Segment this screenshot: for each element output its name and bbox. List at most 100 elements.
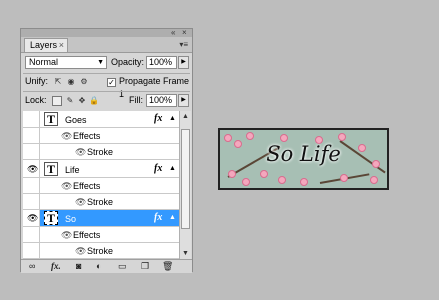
visibility-toggle[interactable] — [23, 144, 40, 159]
visibility-toggle[interactable] — [23, 178, 40, 193]
visibility-toggle[interactable]: 👁 — [23, 210, 40, 226]
add-mask-icon[interactable]: ◙ — [76, 261, 81, 272]
eye-icon: 👁 — [27, 164, 39, 174]
text-layer-icon: T — [44, 211, 58, 225]
fx-icon[interactable]: fx — [154, 163, 162, 174]
blossom — [280, 134, 288, 142]
layers-scrollbar[interactable]: ▲ ▼ — [179, 111, 191, 259]
new-group-icon[interactable]: ▭ — [118, 261, 127, 272]
eye-icon[interactable]: 👁 — [75, 197, 86, 208]
eye-icon[interactable]: 👁 — [61, 181, 72, 192]
effects-label: Effects — [73, 131, 101, 141]
visibility-toggle[interactable] — [23, 243, 40, 258]
eye-icon[interactable]: 👁 — [75, 246, 86, 257]
effects-label: Effects — [73, 230, 101, 240]
stroke-label: Stroke — [87, 246, 114, 256]
layer-name[interactable]: So — [65, 213, 76, 225]
delete-layer-icon[interactable]: 🗑 — [162, 261, 173, 272]
visibility-toggle[interactable] — [23, 128, 40, 143]
adjustment-layer-icon[interactable]: ◐ — [96, 261, 101, 272]
layers-panel: « × Layers × ▾≡ Normal ▼ Opacity: 100% ▶… — [20, 28, 193, 273]
visibility-toggle[interactable] — [23, 111, 40, 127]
new-layer-icon[interactable]: ❐ — [141, 261, 149, 272]
panel-titlebar[interactable]: « × — [21, 28, 192, 37]
blossom — [228, 170, 236, 178]
expand-effects-icon[interactable]: ▲ — [169, 165, 176, 172]
visibility-toggle[interactable] — [23, 194, 40, 209]
lock-pixels-icon[interactable]: ✎ — [65, 96, 75, 106]
layer-row-goes[interactable]: T Goes fx ▲ — [23, 111, 179, 128]
scrollbar-thumb[interactable] — [181, 129, 190, 229]
eye-icon[interactable]: 👁 — [61, 131, 72, 142]
layer-name[interactable]: Goes — [65, 114, 87, 126]
effects-row[interactable]: 👁 Effects — [23, 227, 179, 243]
opacity-slider-button[interactable]: ▶ — [178, 56, 189, 69]
panel-menu-icon[interactable]: ▾≡ — [179, 40, 188, 49]
blend-row: Normal ▼ Opacity: 100% ▶ — [25, 56, 189, 70]
lock-label: Lock: — [25, 95, 47, 105]
expand-effects-icon[interactable]: ▲ — [169, 115, 176, 122]
link-layers-icon[interactable]: ∞ — [29, 261, 35, 272]
canvas-title-text: So Life — [266, 142, 341, 166]
layer-name[interactable]: Life — [65, 164, 80, 176]
fx-icon[interactable]: fx — [154, 113, 162, 124]
divider — [23, 73, 190, 74]
propagate-frame-checkbox[interactable]: ✓ — [107, 78, 116, 87]
effects-row[interactable]: 👁 Effects — [23, 128, 179, 144]
eye-icon: 👁 — [27, 213, 39, 223]
fill-label: Fill: — [129, 95, 143, 105]
scroll-down-icon[interactable]: ▼ — [182, 250, 189, 257]
stroke-label: Stroke — [87, 197, 114, 207]
add-style-icon[interactable]: fx. — [51, 261, 61, 272]
lock-transparency-icon[interactable] — [52, 96, 62, 106]
layers-list: T Goes fx ▲ 👁 Effects 👁 Stroke 👁 T Life … — [23, 111, 179, 259]
blossom — [370, 176, 378, 184]
effects-row[interactable]: 👁 Effects — [23, 178, 179, 194]
opacity-input[interactable]: 100% — [146, 56, 177, 69]
chevron-down-icon: ▼ — [97, 59, 104, 66]
blossom — [246, 132, 254, 140]
unify-label: Unify: — [25, 76, 49, 86]
close-tab-icon[interactable]: × — [59, 39, 64, 52]
panel-bottom-toolbar: ∞ fx. ◙ ◐ ▭ ❐ 🗑 — [21, 259, 192, 273]
scroll-up-icon[interactable]: ▲ — [182, 113, 189, 120]
blend-mode-value: Normal — [29, 57, 59, 67]
fx-icon[interactable]: fx — [154, 212, 162, 223]
layer-row-life[interactable]: 👁 T Life fx ▲ — [23, 160, 179, 178]
blend-mode-dropdown[interactable]: Normal ▼ — [25, 56, 107, 69]
stroke-effect-row[interactable]: 👁 Stroke — [23, 194, 179, 210]
blossom — [338, 133, 346, 141]
stroke-label: Stroke — [87, 147, 114, 157]
divider — [23, 91, 190, 92]
blossom — [300, 178, 308, 186]
close-panel-icon[interactable]: × — [182, 28, 187, 37]
stroke-effect-row[interactable]: 👁 Stroke — [23, 243, 179, 259]
unify-position-icon[interactable]: ⇱ — [53, 77, 63, 87]
lock-all-icon[interactable]: 🔒 — [89, 96, 99, 106]
visibility-toggle[interactable] — [23, 227, 40, 242]
eye-icon[interactable]: 👁 — [61, 230, 72, 241]
text-layer-icon: T — [44, 112, 58, 126]
collapse-icon[interactable]: « — [171, 28, 175, 37]
fill-slider-button[interactable]: ▶ — [178, 94, 189, 107]
tab-layers[interactable]: Layers × — [24, 38, 68, 52]
expand-effects-icon[interactable]: ▲ — [169, 214, 176, 221]
eye-icon[interactable]: 👁 — [75, 147, 86, 158]
blossom — [224, 134, 232, 142]
unify-style-icon[interactable]: ⚙ — [79, 77, 89, 87]
visibility-toggle[interactable]: 👁 — [23, 160, 40, 177]
stroke-effect-row[interactable]: 👁 Stroke — [23, 144, 179, 160]
blossom — [340, 174, 348, 182]
panel-tab-row: Layers × ▾≡ — [21, 37, 192, 53]
blossom — [278, 176, 286, 184]
blossom — [242, 178, 250, 186]
text-layer-icon: T — [44, 162, 58, 176]
tab-layers-label: Layers — [30, 40, 58, 50]
fill-input[interactable]: 100% — [146, 94, 177, 107]
unify-visibility-icon[interactable]: ◉ — [66, 77, 76, 87]
lock-position-icon[interactable]: ✥ — [77, 96, 87, 106]
canvas-image: So Life — [218, 128, 389, 190]
blossom — [260, 170, 268, 178]
layer-row-so[interactable]: 👁 T So fx ▲ — [23, 210, 179, 227]
effects-label: Effects — [73, 181, 101, 191]
